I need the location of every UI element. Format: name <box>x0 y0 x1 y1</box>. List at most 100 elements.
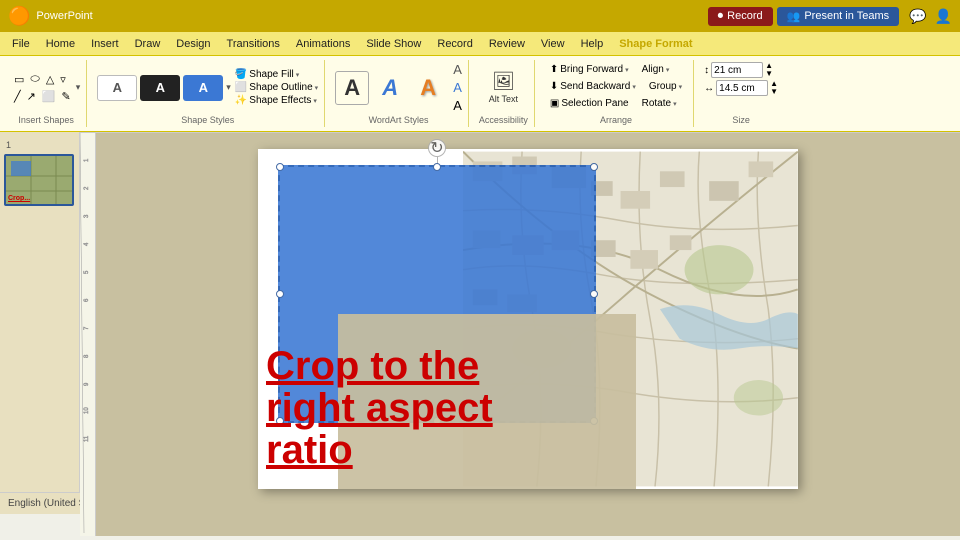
alt-text-icon: 🖼 <box>492 71 515 92</box>
arrange-group: ⬆ Bring Forward ▾ Align ▾ ⬇ Send Backwar… <box>539 60 694 127</box>
share-icon[interactable]: 👤 <box>935 8 952 25</box>
shape-effects-dropdown[interactable]: ▾ <box>313 97 317 105</box>
record-button[interactable]: ⏺ Record <box>708 7 773 26</box>
menu-transitions[interactable]: Transitions <box>219 36 288 52</box>
text-fill-icon[interactable]: A <box>453 62 462 77</box>
send-backward-icon: ⬇ <box>550 81 558 92</box>
shape-textbox[interactable]: ⬜ <box>40 89 58 104</box>
arrange-row-3: ▣ Selection Pane Rotate ▾ <box>545 96 687 111</box>
send-backward-dropdown[interactable]: ▾ <box>632 83 636 91</box>
menu-slideshow[interactable]: Slide Show <box>358 36 429 52</box>
title-bar-right: ⏺ Record 👥 Present in Teams 💬 👤 <box>708 7 952 26</box>
menu-draw[interactable]: Draw <box>127 36 169 52</box>
rotate-handle[interactable]: ↻ <box>428 139 446 157</box>
shape-rect[interactable]: ▭ <box>12 72 26 87</box>
slide-thumb-content: Crop... <box>6 156 72 204</box>
group-btn[interactable]: Group ▾ <box>644 79 687 94</box>
height-down[interactable]: ▼ <box>765 70 773 78</box>
canvas-area: 1 2 3 4 5 6 7 8 9 10 11 <box>80 133 960 536</box>
comment-icon[interactable]: 💬 <box>909 8 926 25</box>
teams-icon: 👥 <box>787 10 801 23</box>
wordart-orange[interactable]: A <box>411 71 445 105</box>
height-row: ↕ ▲ ▼ <box>704 62 778 78</box>
shape-triangle[interactable]: △ <box>44 72 56 87</box>
shape-arrow[interactable]: ↗ <box>25 89 38 104</box>
ribbon-content: ▭ ⬭ △ ▿ ╱ ↗ ⬜ ✎ ▾ Insert Shapes <box>0 56 960 131</box>
app-icon: 🟠 <box>8 6 30 27</box>
shape-effects-icon: ✨ <box>235 95 247 106</box>
shape-style-3[interactable]: A <box>183 75 223 101</box>
title-bar: 🟠 PowerPoint ⏺ Record 👥 Present in Teams… <box>0 0 960 32</box>
handle-mid-left[interactable] <box>276 290 284 298</box>
rotate-btn[interactable]: Rotate ▾ <box>637 96 682 111</box>
slide-canvas[interactable]: ↻ <box>258 149 798 489</box>
width-input[interactable] <box>716 80 768 96</box>
menu-insert[interactable]: Insert <box>83 36 127 52</box>
main-area: 1 Crop... <box>0 132 960 492</box>
shape-styles-expand[interactable]: ▾ <box>226 82 231 93</box>
align-dropdown[interactable]: ▾ <box>666 66 670 74</box>
menu-design[interactable]: Design <box>168 36 218 52</box>
svg-text:11: 11 <box>84 435 90 442</box>
wordart-blue[interactable]: A <box>373 71 407 105</box>
insert-shapes-expand[interactable]: ▾ <box>76 82 81 93</box>
wordart-styles-group: A A A A A A WordArt Styles <box>329 60 469 127</box>
ruler-v-svg: 1 2 3 4 5 6 7 8 9 10 11 <box>80 133 96 533</box>
text-effects-icon[interactable]: A <box>453 98 462 113</box>
shape-outline-btn[interactable]: ⬜ Shape Outline ▾ <box>235 82 318 93</box>
selection-pane-btn[interactable]: ▣ Selection Pane <box>545 96 634 111</box>
wordart-plain[interactable]: A <box>335 71 369 105</box>
shape-line[interactable]: ╱ <box>12 89 23 104</box>
height-input[interactable] <box>711 62 763 78</box>
handle-top-right[interactable] <box>590 163 598 171</box>
width-icon: ↔ <box>704 83 714 94</box>
shape-oval[interactable]: ⬭ <box>28 72 41 87</box>
width-row: ↔ ▲ ▼ <box>704 80 778 96</box>
shape-styles-group: A A A ▾ 🪣 Shape Fill ▾ ⬜ Shape Outline ▾ <box>91 60 325 127</box>
width-down[interactable]: ▼ <box>770 88 778 96</box>
handle-mid-right[interactable] <box>590 290 598 298</box>
shape-more[interactable]: ▿ <box>58 72 68 87</box>
shape-freeform[interactable]: ✎ <box>60 89 73 104</box>
menu-home[interactable]: Home <box>38 36 83 52</box>
accessibility-label: Accessibility <box>479 113 528 125</box>
shape-effects-btn[interactable]: ✨ Shape Effects ▾ <box>235 95 318 106</box>
present-teams-button[interactable]: 👥 Present in Teams <box>777 7 900 26</box>
text-outline-icon[interactable]: A <box>453 80 462 95</box>
menu-animations[interactable]: Animations <box>288 36 358 52</box>
rotate-dropdown[interactable]: ▾ <box>673 100 677 108</box>
height-icon: ↕ <box>704 65 709 76</box>
bring-forward-dropdown[interactable]: ▾ <box>625 66 629 74</box>
shape-style-1[interactable]: A <box>97 75 137 101</box>
handle-top-center[interactable] <box>433 163 441 171</box>
menu-help[interactable]: Help <box>573 36 612 52</box>
group-dropdown[interactable]: ▾ <box>679 83 683 91</box>
shape-fill-dropdown[interactable]: ▾ <box>296 71 300 79</box>
menu-view[interactable]: View <box>533 36 573 52</box>
shape-outline-icon: ⬜ <box>235 82 247 93</box>
shape-fill-btn[interactable]: 🪣 Shape Fill ▾ <box>235 69 318 80</box>
menu-shapeformat[interactable]: Shape Format <box>611 36 700 52</box>
menu-bar: File Home Insert Draw Design Transitions… <box>0 32 960 56</box>
svg-text:10: 10 <box>84 407 90 414</box>
menu-review[interactable]: Review <box>481 36 533 52</box>
ruler-vertical: 1 2 3 4 5 6 7 8 9 10 11 <box>80 133 96 536</box>
shape-fill-icon: 🪣 <box>235 69 247 80</box>
app-title: PowerPoint <box>36 10 92 22</box>
send-backward-btn[interactable]: ⬇ Send Backward ▾ <box>545 79 641 94</box>
align-btn[interactable]: Align ▾ <box>637 62 675 77</box>
arrange-row-1: ⬆ Bring Forward ▾ Align ▾ <box>545 62 687 77</box>
size-label: Size <box>732 113 750 125</box>
menu-record[interactable]: Record <box>429 36 480 52</box>
alt-text-btn[interactable]: 🖼 Alt Text <box>484 68 523 107</box>
arrange-items: ⬆ Bring Forward ▾ Align ▾ ⬇ Send Backwar… <box>545 62 687 111</box>
menu-file[interactable]: File <box>4 36 38 52</box>
slide-thumbnail-1[interactable]: Crop... <box>4 154 74 206</box>
shape-style-2[interactable]: A <box>140 75 180 101</box>
bring-forward-btn[interactable]: ⬆ Bring Forward ▾ <box>545 62 634 77</box>
shape-outline-dropdown[interactable]: ▾ <box>315 84 319 92</box>
shape-styles-label: Shape Styles <box>181 113 234 125</box>
handle-top-left[interactable] <box>276 163 284 171</box>
shape-styles-items: A A A ▾ 🪣 Shape Fill ▾ ⬜ Shape Outline ▾ <box>97 62 318 113</box>
record-icon: ⏺ <box>718 10 724 23</box>
